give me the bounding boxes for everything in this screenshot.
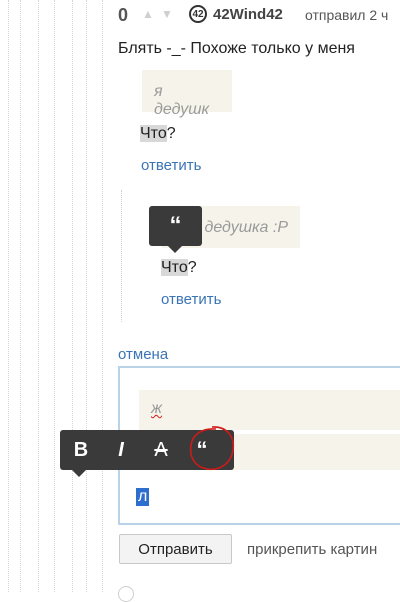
thread-guide bbox=[72, 0, 73, 592]
thread-guide bbox=[8, 0, 9, 592]
thread-guide bbox=[20, 0, 21, 592]
reply-text-rest: ? bbox=[187, 259, 197, 276]
thread-guide bbox=[38, 0, 39, 592]
bold-button[interactable]: B bbox=[61, 430, 101, 470]
tooltip-arrow bbox=[168, 246, 182, 253]
italic-button[interactable]: I bbox=[101, 430, 141, 470]
next-avatar bbox=[118, 586, 134, 602]
comment-username[interactable]: 42Wind42 bbox=[213, 6, 283, 23]
reply-guide bbox=[121, 190, 122, 322]
reply-text-highlight: Что bbox=[161, 259, 188, 276]
reply-text-highlight: Что bbox=[140, 125, 167, 142]
submit-button[interactable]: Отправить bbox=[119, 534, 232, 564]
annotation-circle bbox=[189, 426, 235, 471]
quote-icon: “ bbox=[169, 212, 182, 239]
reply-quote-text: я дедушк bbox=[154, 83, 210, 118]
karma-badge: 42 bbox=[189, 5, 207, 23]
reply-text-rest: ? bbox=[166, 125, 176, 142]
comment-score: 0 bbox=[118, 5, 129, 25]
comment-text: Блять -_- Похоже только у меня bbox=[118, 40, 355, 57]
reply-link[interactable]: ответить bbox=[141, 157, 201, 174]
selected-text[interactable]: л bbox=[136, 488, 150, 506]
reply-link[interactable]: ответить bbox=[161, 291, 221, 308]
thread-guide bbox=[102, 0, 103, 592]
reply-quote: я дедушк bbox=[142, 70, 232, 118]
quote-tooltip[interactable]: “ bbox=[149, 206, 202, 253]
editor-quote: ж bbox=[139, 390, 400, 430]
thread-guide bbox=[86, 0, 87, 592]
thread-guide bbox=[54, 0, 55, 592]
toolbar-arrow bbox=[72, 470, 86, 477]
strikethrough-button[interactable]: A bbox=[141, 430, 181, 470]
downvote-icon[interactable]: ▼ bbox=[161, 7, 173, 21]
reply-text: Что? bbox=[161, 259, 197, 277]
reply-text: Что? bbox=[140, 125, 176, 143]
attach-image-link[interactable]: прикрепить картин bbox=[247, 541, 377, 558]
cancel-link[interactable]: отмена bbox=[118, 346, 168, 363]
bold-icon: B bbox=[73, 438, 89, 461]
upvote-icon[interactable]: ▲ bbox=[142, 7, 154, 21]
reply-quote-text: дедушка :P bbox=[204, 219, 288, 236]
editor-quote-text: ж bbox=[151, 400, 163, 417]
strikethrough-icon: A bbox=[154, 438, 168, 461]
comment-meta: отправил 2 ч bbox=[305, 7, 389, 23]
italic-icon: I bbox=[118, 438, 124, 461]
